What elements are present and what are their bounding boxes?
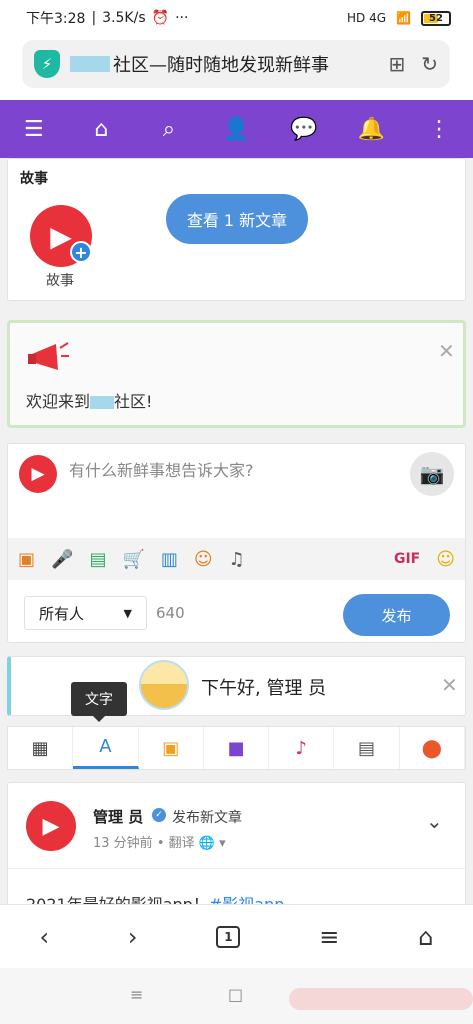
security-shield-icon[interactable]: ⚡: [34, 50, 60, 78]
status-bar: 下午3:28 | 3.5K/s ⏰ ··· HD 4G 📶 52: [0, 0, 473, 36]
new-posts-button[interactable]: 查看 1 新文章: [166, 194, 308, 244]
post-input[interactable]: 有什么新鲜事想告诉大家?: [69, 457, 254, 481]
menu-icon[interactable]: ≡: [319, 923, 339, 951]
battery-level: 52: [429, 12, 443, 24]
cart-icon[interactable]: 🛒: [122, 549, 144, 570]
home-icon[interactable]: ⌂: [84, 117, 118, 142]
redacted-site-name: [70, 56, 110, 72]
avatar: ▶: [19, 455, 57, 493]
image-icon[interactable]: ▣: [139, 727, 204, 769]
attachment-toolbar: ▣ 🎤 ▤ 🛒 ▥ ☺ ♫ GIF ☺: [8, 538, 465, 580]
stories-title: 故事: [20, 171, 48, 187]
address-bar[interactable]: ⚡ 社区—随时随地发现新鲜事 ⊞ ↻: [22, 40, 450, 88]
home-icon[interactable]: ⌂: [418, 923, 433, 951]
feed: 故事 ▶ + 故事 查看 1 新文章 ✕ 欢迎来到 社区! ▶ 有什么新鲜事想告诉…: [0, 158, 473, 904]
post-body: 2021年最好的影视app！#影视app: [26, 891, 284, 904]
text-icon[interactable]: A: [73, 727, 139, 769]
poll-icon[interactable]: ▥: [161, 549, 178, 570]
tabs-button[interactable]: 1: [216, 925, 241, 948]
afternoon-sun-icon: [139, 660, 189, 710]
alarm-icon: ⏰: [151, 10, 170, 26]
gesture-bar[interactable]: [289, 988, 473, 1010]
audience-select[interactable]: 所有人 ▼: [24, 596, 147, 630]
close-icon[interactable]: ✕: [441, 673, 458, 697]
translate-link[interactable]: 翻译: [169, 836, 195, 851]
home-square-icon[interactable]: □: [228, 985, 243, 1004]
music-icon[interactable]: ♫: [229, 549, 245, 570]
browser-toolbar: ⚡ 社区—随时随地发现新鲜事 ⊞ ↻: [0, 36, 473, 100]
top-navigation: ☰ ⌂ ⌕ 👤 💬 🔔 ⋮: [0, 100, 473, 158]
status-time: 下午3:28: [26, 11, 86, 27]
greeting-text: 下午好, 管理 员: [201, 678, 327, 699]
emoji-icon[interactable]: ☺: [436, 549, 455, 570]
bookmark-add-icon[interactable]: ⊞: [388, 52, 405, 76]
recents-icon[interactable]: ≡: [130, 985, 143, 1004]
camera-icon[interactable]: 📷: [410, 452, 454, 496]
divider: [8, 868, 465, 869]
mic-icon[interactable]: 🎤: [51, 549, 73, 570]
more-vert-icon[interactable]: ⋮: [422, 117, 456, 142]
story-label[interactable]: 故事: [46, 270, 74, 290]
post-time[interactable]: 13 分钟前: [93, 836, 153, 851]
video-icon[interactable]: ▣: [18, 549, 35, 570]
char-count: 640: [156, 604, 185, 622]
file-icon[interactable]: ▤: [334, 727, 400, 769]
close-icon[interactable]: ✕: [438, 339, 455, 363]
tooltip: 文字: [71, 682, 127, 722]
signal-icon: HD 4G: [347, 11, 387, 25]
browser-bottom-bar: ‹ › 1 ≡ ⌂: [0, 904, 473, 968]
music-icon[interactable]: ♪: [269, 727, 335, 769]
grid-icon[interactable]: ▦: [8, 727, 74, 769]
megaphone-icon: [28, 342, 69, 370]
filter-tabs: ▦ A ▣ ■ ♪ ▤ ⬤: [7, 726, 466, 770]
add-user-icon[interactable]: 👤: [219, 117, 253, 142]
post-author[interactable]: 管理 员: [93, 806, 143, 827]
post-meta: 13 分钟前 • 翻译 🌐 ▾: [93, 836, 226, 851]
post-card: ▶ 管理 员 ✓ 发布新文章 13 分钟前 • 翻译 🌐 ▾ ⌄ 2021年最好…: [7, 782, 466, 904]
file-icon[interactable]: ▤: [89, 549, 106, 570]
page-title[interactable]: 社区—随时随地发现新鲜事: [113, 51, 329, 77]
caret-down-icon: ▼: [123, 606, 132, 620]
battery-icon: 52: [421, 10, 451, 26]
publish-button[interactable]: 发布: [343, 594, 450, 636]
wifi-icon: 📶: [396, 11, 411, 25]
hashtag-link[interactable]: #影视app: [209, 895, 285, 904]
gif-button[interactable]: GIF: [394, 551, 420, 567]
status-more: ···: [175, 10, 189, 26]
bell-icon[interactable]: 🔔: [355, 117, 389, 142]
globe-icon[interactable]: 🌐 ▾: [199, 836, 226, 851]
search-icon[interactable]: ⌕: [152, 117, 186, 142]
video-icon[interactable]: ■: [204, 727, 270, 769]
messages-icon[interactable]: 💬: [287, 117, 321, 142]
welcome-text: 欢迎来到 社区!: [26, 392, 153, 411]
redacted-site-name: [90, 396, 115, 409]
feeling-icon[interactable]: ☺: [194, 549, 213, 570]
chevron-down-icon[interactable]: ⌄: [426, 809, 443, 833]
stories-card: 故事 ▶ + 故事 查看 1 新文章: [7, 158, 466, 301]
reload-icon[interactable]: ↻: [421, 52, 438, 76]
verified-icon: ✓: [152, 808, 166, 822]
system-navigation: ≡ □: [0, 968, 473, 1024]
composer-card: ▶ 有什么新鲜事想告诉大家? 📷 ▣ 🎤 ▤ 🛒 ▥ ☺ ♫ GIF ☺ 所有人…: [7, 443, 466, 643]
status-speed: 3.5K/s: [102, 10, 146, 26]
back-icon[interactable]: ‹: [39, 923, 49, 951]
welcome-card: ✕ 欢迎来到 社区!: [7, 320, 466, 428]
menu-icon[interactable]: ☰: [17, 117, 51, 142]
add-story-icon[interactable]: +: [70, 241, 92, 263]
avatar[interactable]: ▶: [26, 801, 76, 851]
forward-icon[interactable]: ›: [128, 923, 138, 951]
post-action: 发布新文章: [172, 810, 242, 826]
location-icon[interactable]: ⬤: [400, 727, 465, 769]
